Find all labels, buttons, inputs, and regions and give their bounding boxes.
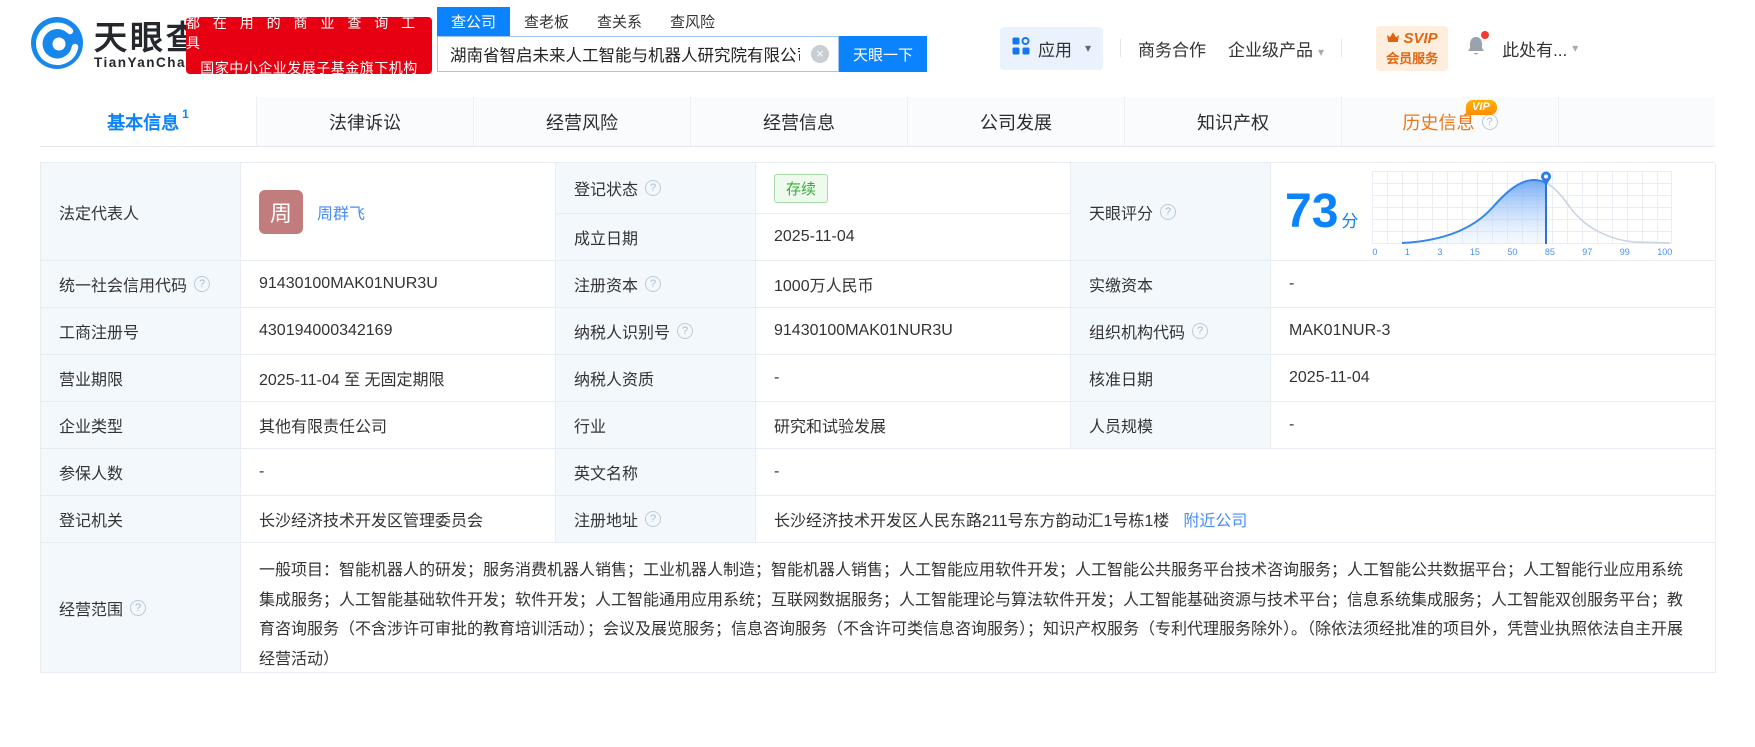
field-value-taxpayer-id: 91430100MAK01NUR3U bbox=[756, 308, 1071, 355]
search-tabs: 查公司 查老板 查关系 查风险 bbox=[437, 7, 927, 36]
field-label-insured-count: 参保人数 bbox=[41, 449, 241, 496]
search-button[interactable]: 天眼一下 bbox=[839, 36, 927, 72]
section-tabs: 基本信息 1 法律诉讼 经营风险 经营信息 公司发展 知识产权 VIP 历史信息 bbox=[40, 97, 1715, 147]
apps-menu[interactable]: 应用 bbox=[1000, 26, 1104, 70]
divider bbox=[1120, 39, 1122, 57]
help-icon[interactable] bbox=[1160, 203, 1177, 220]
help-icon[interactable] bbox=[1481, 113, 1498, 130]
field-label-taxpayer-id: 纳税人识别号 bbox=[556, 308, 756, 355]
field-value-industry: 研究和试验发展 bbox=[756, 402, 1071, 449]
svip-sublabel: 会员服务 bbox=[1386, 50, 1439, 66]
help-icon[interactable] bbox=[645, 276, 662, 292]
field-value-credit-code: 91430100MAK01NUR3U bbox=[241, 261, 556, 308]
apps-menu-label: 应用 bbox=[1038, 40, 1072, 60]
help-icon[interactable] bbox=[677, 323, 694, 339]
search-tab-company[interactable]: 查公司 bbox=[437, 7, 511, 36]
field-label-registered-address: 注册地址 bbox=[556, 496, 756, 543]
field-label-approval-date: 核准日期 bbox=[1071, 355, 1271, 402]
field-label-registration-authority: 登记机关 bbox=[41, 496, 241, 543]
field-label-tianyan-score: 天眼评分 bbox=[1071, 163, 1271, 261]
field-value-staff-size: - bbox=[1271, 402, 1716, 449]
search-area: 查公司 查老板 查关系 查风险 天眼一下 bbox=[437, 7, 927, 72]
score-distribution-chart: 0 1 3 15 50 85 97 99 100 bbox=[1372, 170, 1673, 257]
tab-basic-info-badge: 1 bbox=[182, 107, 189, 121]
tab-intellectual-property[interactable]: 知识产权 bbox=[1125, 97, 1342, 146]
notification-dot bbox=[1481, 30, 1490, 39]
field-label-business-term: 营业期限 bbox=[41, 355, 241, 402]
score-chart-axis: 0 1 3 15 50 85 97 99 100 bbox=[1372, 246, 1673, 257]
field-value-registration-authority: 长沙经济技术开发区管理委员会 bbox=[241, 496, 556, 543]
company-basic-info-table: 法定代表人 周 周群飞 登记状态 存续 成立日期 2025-11-04 天眼评分… bbox=[40, 162, 1716, 673]
score-number: 73 分 bbox=[1285, 185, 1359, 238]
nearby-companies-link[interactable]: 附近公司 bbox=[1183, 507, 1247, 531]
slogan-line2: 国家中小企业发展子基金旗下机构 bbox=[200, 60, 418, 76]
top-nav: 应用 商务合作 企业级产品 SVIP 会员服务 此处有... bbox=[1000, 25, 1578, 71]
search-tab-risk[interactable]: 查风险 bbox=[656, 7, 729, 36]
field-label-legal-representative: 法定代表人 bbox=[41, 163, 241, 261]
field-value-approval-date: 2025-11-04 bbox=[1271, 355, 1716, 402]
crown-icon bbox=[1386, 30, 1400, 47]
field-value-taxpayer-qualification: - bbox=[756, 355, 1071, 402]
field-label-registered-capital: 注册资本 bbox=[556, 261, 756, 308]
field-value-insured-count: - bbox=[241, 449, 556, 496]
field-label-registration-status: 登记状态 bbox=[556, 163, 756, 214]
help-icon[interactable] bbox=[645, 511, 662, 527]
vip-tag: VIP bbox=[1466, 100, 1497, 115]
header: 天眼查 TianYanCha.com 都 在 用 的 商 业 查 询 工 具 国… bbox=[0, 0, 1755, 92]
field-value-org-code: MAK01NUR-3 bbox=[1271, 308, 1716, 355]
help-icon[interactable] bbox=[130, 599, 147, 616]
field-value-business-scope: 一般项目：智能机器人的研发；服务消费机器人销售；工业机器人制造；智能机器人销售；… bbox=[241, 543, 1716, 673]
field-label-business-scope: 经营范围 bbox=[41, 543, 241, 673]
notifications-bell-icon[interactable] bbox=[1466, 30, 1490, 62]
field-value-paid-in-capital: - bbox=[1271, 261, 1716, 308]
field-label-industry: 行业 bbox=[556, 402, 756, 449]
field-value-registered-capital: 1000万人民币 bbox=[756, 261, 1071, 308]
slogan-line1: 都 在 用 的 商 业 查 询 工 具 bbox=[186, 15, 420, 51]
field-value-registration-status: 存续 bbox=[756, 163, 1071, 214]
user-account-menu[interactable]: 此处有... bbox=[1502, 36, 1578, 61]
field-label-taxpayer-qualification: 纳税人资质 bbox=[556, 355, 756, 402]
tianyancha-logo-icon bbox=[30, 16, 84, 75]
legal-rep-avatar[interactable]: 周 bbox=[259, 189, 303, 234]
help-icon[interactable] bbox=[1192, 323, 1209, 339]
field-label-company-type: 企业类型 bbox=[41, 402, 241, 449]
field-value-company-type: 其他有限责任公司 bbox=[241, 402, 556, 449]
field-value-registered-address: 长沙经济技术开发区人民东路211号东方韵动汇1号栋1楼 附近公司 bbox=[756, 496, 1716, 543]
nav-business-cooperation[interactable]: 商务合作 bbox=[1138, 36, 1206, 61]
field-label-org-code: 组织机构代码 bbox=[1071, 308, 1271, 355]
nav-enterprise-products[interactable]: 企业级产品 bbox=[1228, 36, 1324, 61]
tab-basic-info[interactable]: 基本信息 1 bbox=[40, 97, 257, 146]
search-tab-relation[interactable]: 查关系 bbox=[583, 7, 656, 36]
field-label-business-reg-no: 工商注册号 bbox=[41, 308, 241, 355]
tab-legal-proceedings[interactable]: 法律诉讼 bbox=[257, 97, 474, 146]
field-value-tianyan-score: 73 分 0 1 3 15 50 85 97 99 100 bbox=[1271, 163, 1716, 261]
field-label-english-name: 英文名称 bbox=[556, 449, 756, 496]
svip-membership-badge[interactable]: SVIP 会员服务 bbox=[1376, 25, 1449, 71]
field-value-business-term: 2025-11-04 至 无固定期限 bbox=[241, 355, 556, 402]
search-tab-boss[interactable]: 查老板 bbox=[510, 7, 583, 36]
tab-operating-risk[interactable]: 经营风险 bbox=[474, 97, 691, 146]
field-label-establishment-date: 成立日期 bbox=[556, 214, 756, 261]
field-label-credit-code: 统一社会信用代码 bbox=[41, 261, 241, 308]
divider bbox=[1341, 39, 1343, 57]
field-label-paid-in-capital: 实缴资本 bbox=[1071, 261, 1271, 308]
svip-label: SVIP bbox=[1403, 29, 1438, 47]
clear-search-icon[interactable] bbox=[811, 45, 829, 63]
field-value-legal-representative: 周 周群飞 bbox=[241, 163, 556, 261]
field-value-business-reg-no: 430194000342169 bbox=[241, 308, 556, 355]
tab-company-development[interactable]: 公司发展 bbox=[908, 97, 1125, 146]
apps-grid-icon bbox=[1012, 36, 1030, 60]
status-badge: 存续 bbox=[774, 173, 829, 203]
legal-rep-name-link[interactable]: 周群飞 bbox=[317, 200, 365, 224]
help-icon[interactable] bbox=[194, 276, 211, 292]
search-input[interactable] bbox=[437, 36, 839, 72]
tab-business-info[interactable]: 经营信息 bbox=[691, 97, 908, 146]
field-value-english-name: - bbox=[756, 449, 1716, 496]
user-account-label: 此处有... bbox=[1502, 40, 1568, 60]
field-value-establishment-date: 2025-11-04 bbox=[756, 214, 1071, 261]
help-icon[interactable] bbox=[645, 180, 662, 196]
field-label-staff-size: 人员规模 bbox=[1071, 402, 1271, 449]
slogan-badge: 都 在 用 的 商 业 查 询 工 具 国家中小企业发展子基金旗下机构 bbox=[186, 15, 432, 76]
tab-history-info[interactable]: VIP 历史信息 bbox=[1342, 97, 1559, 146]
